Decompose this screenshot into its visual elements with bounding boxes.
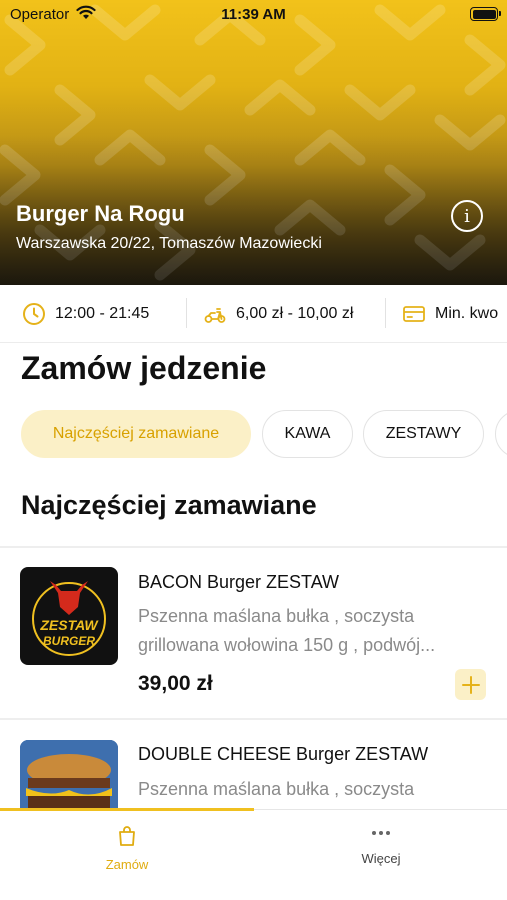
tab-next-category[interactable] [495,410,507,458]
min-order: Min. kwo [402,302,498,326]
tab-zestawy[interactable]: ZESTAWY [363,410,484,458]
min-order-text: Min. kwo [435,305,499,322]
zestaw-burger-logo: ZESTAW BURGER [32,581,106,656]
product-price: 39,00 zł [138,672,213,695]
tab-zamow[interactable]: Zamów [0,824,254,872]
delivery-fee-text: 6,00 zł - 10,00 zł [236,305,354,322]
bottom-tab-bar: Zamów Więcej [0,808,507,900]
product-name: BACON Burger ZESTAW [138,572,340,592]
status-bar: Operator 11:39 AM [0,0,507,30]
product-name: DOUBLE CHEESE Burger ZESTAW [138,744,429,764]
scooter-icon [204,308,226,323]
svg-text:BURGER: BURGER [43,634,95,648]
restaurant-address: Warszawska 20/22, Tomaszów Mazowiecki [16,235,322,252]
tab-label: Więcej [361,851,401,866]
opening-hours: 12:00 - 21:45 [22,302,149,326]
more-dots-icon [372,831,390,835]
clock-time: 11:39 AM [221,6,286,23]
product-item-bacon-burger[interactable]: ZESTAW BURGER BACON Burger ZESTAW Pszenn… [0,548,507,718]
plus-icon [461,675,480,694]
product-image-logo: ZESTAW BURGER [20,567,118,665]
tab-wiecej[interactable]: Więcej [254,824,507,866]
svg-text:ZESTAW: ZESTAW [39,617,99,633]
info-icon[interactable]: i [451,200,483,232]
active-tab-indicator [0,808,254,811]
add-to-cart-button[interactable] [455,669,486,700]
bag-icon [119,826,135,846]
product-description: Pszenna maślana bułka , soczysta grillow… [138,606,436,655]
tab-kawa[interactable]: KAWA [262,410,353,458]
category-title: Najczęściej zamawiane [21,490,317,520]
category-tabs: Najczęściej zamawiane KAWA ZESTAWY [0,410,507,460]
battery-icon [470,7,501,21]
restaurant-name: Burger Na Rogu [16,201,185,226]
product-image-photo [20,740,118,810]
restaurant-info-strip: 12:00 - 21:45 6,00 zł - 10,00 zł Min. kw… [0,285,507,343]
product-description: Pszenna maślana bułka , soczysta [138,779,415,799]
page-title: Zamów jedzenie [21,350,267,386]
card-icon [403,306,425,322]
restaurant-header: Operator 11:39 AM Burger Na Rogu Warszaw… [0,0,507,285]
clock-icon [23,303,45,325]
tab-label: Zamów [105,857,149,872]
tab-najczesciej-zamawiane[interactable]: Najczęściej zamawiane [21,410,251,458]
product-item-double-cheese-burger[interactable]: DOUBLE CHEESE Burger ZESTAW Pszenna maśl… [0,720,507,810]
opening-hours-text: 12:00 - 21:45 [55,305,150,322]
delivery-fee: 6,00 zł - 10,00 zł [203,302,353,326]
